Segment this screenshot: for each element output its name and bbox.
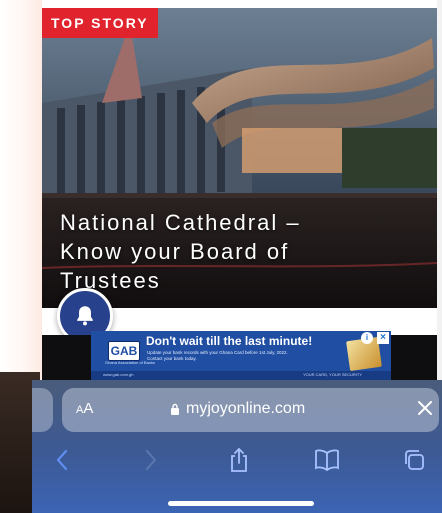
- tabs-button[interactable]: [398, 444, 430, 476]
- back-icon: [56, 449, 68, 471]
- reader-options-button[interactable]: AA: [76, 400, 93, 417]
- address-bar[interactable]: AA myjoyonline.com: [62, 388, 439, 432]
- info-icon[interactable]: i: [361, 332, 373, 344]
- share-button[interactable]: [223, 444, 255, 476]
- clear-url-icon[interactable]: [414, 397, 436, 419]
- browser-toolbar: [32, 444, 442, 476]
- ad-headline: Don't wait till the last minute!: [146, 334, 313, 348]
- previous-tab-address-bar[interactable]: [32, 388, 53, 432]
- bookmarks-button[interactable]: [311, 444, 343, 476]
- ad-body-line-1: Update your bank records with your Ghana…: [147, 350, 288, 355]
- aa-large-glyph: A: [83, 400, 94, 417]
- ad-url: www.gab.com.gh: [103, 372, 134, 377]
- back-button[interactable]: [46, 444, 78, 476]
- close-icon[interactable]: ×: [377, 332, 389, 344]
- ad-banner[interactable]: GAB Ghana Association of Banks Don't wai…: [91, 331, 391, 381]
- url-text: myjoyonline.com: [186, 400, 306, 417]
- story-headline[interactable]: National Cathedral – Know your Board of …: [60, 208, 380, 295]
- bookmarks-icon: [315, 449, 339, 471]
- browser-bottom-bar: AA myjoyonline.com: [32, 380, 442, 513]
- ad-footer-tagline: YOUR CARD, YOUR SECURITY: [303, 372, 363, 377]
- ad-body-line-2: Contact your bank today.: [147, 356, 197, 361]
- forward-icon: [145, 449, 157, 471]
- top-story-badge[interactable]: TOP STORY: [42, 8, 158, 38]
- home-indicator[interactable]: [168, 501, 314, 506]
- bell-icon: [77, 306, 93, 326]
- share-icon: [231, 447, 247, 472]
- ad-logo: GAB: [108, 341, 140, 361]
- lock-icon: [171, 403, 179, 415]
- tabs-icon: [405, 450, 424, 470]
- url-display[interactable]: myjoyonline.com: [170, 400, 305, 418]
- top-story-card[interactable]: TOP STORY National Cathedral – Know your…: [42, 8, 437, 308]
- forward-button[interactable]: [135, 444, 167, 476]
